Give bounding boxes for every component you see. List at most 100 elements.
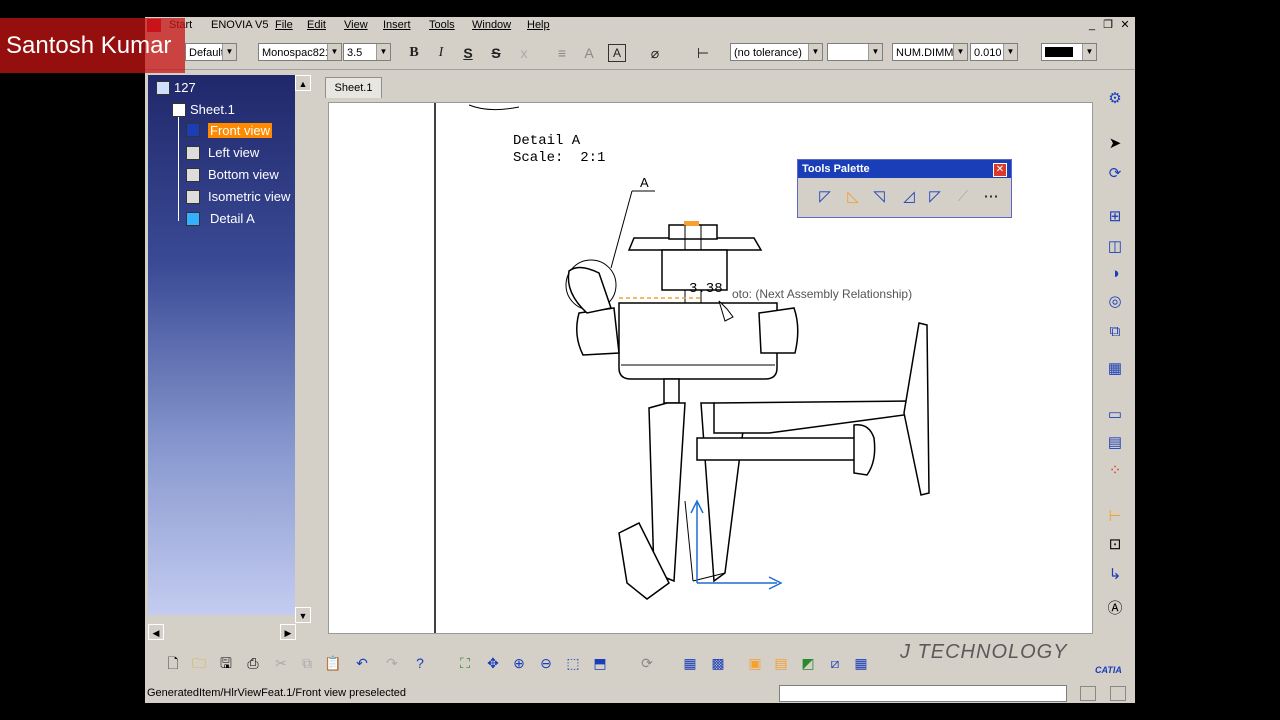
menu-enovia[interactable]: ENOVIA V5: [211, 19, 268, 31]
normal-view-icon[interactable]: ⬒: [588, 651, 612, 675]
intersection-icon[interactable]: ◹: [868, 186, 890, 208]
detail-view-icon[interactable]: ◑: [1103, 262, 1127, 286]
menu-edit[interactable]: Edit: [307, 19, 326, 31]
measure-icon[interactable]: ⧄: [823, 651, 847, 675]
zoom-out-icon[interactable]: ⊖: [534, 651, 558, 675]
force-dimension-icon[interactable]: ◺: [842, 186, 864, 208]
numeric-format-combo[interactable]: NUM.DIMM ▼: [892, 43, 968, 61]
undo-icon[interactable]: ↶: [350, 651, 374, 675]
dimension-value[interactable]: 3.38: [689, 281, 723, 297]
pan-icon[interactable]: ✥: [481, 651, 505, 675]
tree-item-front-view[interactable]: Front view: [208, 123, 272, 138]
zoom-area-icon[interactable]: ⬚: [561, 651, 585, 675]
new-icon[interactable]: 🗋: [161, 651, 185, 675]
status-bar: GeneratedItem/HlrViewFeat.1/Front view p…: [145, 683, 1135, 703]
scroll-up-icon[interactable]: ▲: [295, 75, 311, 91]
menu-help[interactable]: Help: [527, 19, 550, 31]
tree-item-bottom-view[interactable]: Bottom view: [208, 167, 279, 182]
precision-combo[interactable]: 0.010 ▼: [970, 43, 1018, 61]
sketch-icon[interactable]: ⁘: [1103, 459, 1127, 483]
chevron-down-icon: ▼: [868, 44, 882, 60]
filter-icon[interactable]: ▤: [769, 651, 793, 675]
point-icon[interactable]: ⋯: [980, 186, 1002, 208]
command-input[interactable]: [779, 685, 1067, 702]
underline-button[interactable]: S: [458, 44, 478, 62]
new-sheet-icon[interactable]: ▭: [1103, 403, 1127, 427]
broken-view-icon[interactable]: ⧉: [1103, 320, 1127, 344]
menu-file[interactable]: File: [275, 19, 293, 31]
fit-all-icon[interactable]: ⛶: [453, 651, 477, 675]
dimension-system-icon[interactable]: ◩: [796, 651, 820, 675]
grid-icon[interactable]: ▦: [678, 651, 702, 675]
text-frame-icon[interactable]: A: [608, 44, 626, 62]
workbench-icon[interactable]: ⚙: [1103, 87, 1127, 111]
wizard-icon[interactable]: ▦: [1103, 357, 1127, 381]
close-icon[interactable]: ✕: [1118, 18, 1132, 32]
catia-logo: CATIA: [1095, 665, 1122, 675]
bold-button[interactable]: B: [404, 44, 424, 62]
tree-item-left-view[interactable]: Left view: [208, 145, 259, 160]
tree-vertical-scrollbar[interactable]: ▲ ▼: [295, 75, 311, 623]
symbol-icon[interactable]: ⌀: [645, 44, 665, 62]
dimension-line-icon[interactable]: ⊢: [693, 44, 713, 62]
scroll-right-icon[interactable]: ▶: [280, 624, 296, 640]
tree-item-isometric-view[interactable]: Isometric view: [208, 189, 290, 204]
tree-root[interactable]: 127: [174, 80, 196, 95]
close-icon[interactable]: ✕: [993, 163, 1007, 177]
italic-button[interactable]: I: [431, 44, 451, 62]
tree-item-sheet[interactable]: Sheet.1: [190, 102, 235, 117]
font-size-combo[interactable]: 3.5 ▼: [343, 43, 391, 61]
line-color-combo[interactable]: ▼: [1041, 43, 1097, 61]
text-anchor-icon[interactable]: A: [579, 44, 599, 62]
dimensions-icon[interactable]: ⊢: [1103, 505, 1127, 529]
frame-icon[interactable]: ▤: [1103, 431, 1127, 455]
minimize-icon[interactable]: _: [1085, 18, 1099, 32]
restore-icon[interactable]: ❐: [1101, 18, 1115, 32]
paste-icon[interactable]: 📋: [321, 651, 345, 675]
positioning-icon[interactable]: ▦: [849, 651, 873, 675]
tolerance-value-combo[interactable]: ▼: [827, 43, 883, 61]
cut-icon[interactable]: ✂: [269, 651, 293, 675]
strikethrough-button[interactable]: S: [486, 44, 506, 62]
views-icon[interactable]: ⊞: [1103, 205, 1127, 229]
snap-icon[interactable]: ▩: [706, 651, 730, 675]
print-icon[interactable]: ⎙: [241, 651, 265, 675]
angle-dimension-icon[interactable]: ⟋: [952, 186, 974, 208]
text-icon[interactable]: Ⓐ: [1103, 597, 1127, 621]
font-combo[interactable]: Monospac821 ▼: [258, 43, 342, 61]
horizontal-dimension-icon[interactable]: ◿: [898, 186, 920, 208]
copy-icon[interactable]: ⧉: [295, 651, 319, 675]
clipping-icon[interactable]: ◎: [1103, 290, 1127, 314]
tab-sheet-1[interactable]: Sheet.1: [325, 77, 382, 98]
projection-icon[interactable]: ◸: [814, 186, 836, 208]
swap-icon[interactable]: ⟳: [635, 651, 659, 675]
scroll-left-icon[interactable]: ◀: [148, 624, 164, 640]
style-combo[interactable]: Default ▼: [185, 43, 237, 61]
redo-icon[interactable]: ↷: [380, 651, 404, 675]
tree-item-detail-a[interactable]: Detail A: [210, 211, 255, 226]
tolerance-combo[interactable]: (no tolerance) ▼: [730, 43, 823, 61]
dress-up-icon[interactable]: ↳: [1103, 563, 1127, 587]
palette-title[interactable]: Tools Palette: [798, 160, 1011, 178]
menu-insert[interactable]: Insert: [383, 19, 411, 31]
save-icon[interactable]: 🖫: [214, 651, 238, 675]
zoom-in-icon[interactable]: ⊕: [507, 651, 531, 675]
menu-view[interactable]: View: [344, 19, 368, 31]
detail-title: Detail A: [513, 133, 581, 149]
select-arrow-icon[interactable]: ➤: [1103, 132, 1127, 156]
vertical-dimension-icon[interactable]: ◸: [924, 186, 946, 208]
section-view-icon[interactable]: ◫: [1103, 235, 1127, 259]
align-icon[interactable]: ≡: [552, 44, 572, 62]
overline-icon[interactable]: x: [514, 44, 534, 62]
scroll-down-icon[interactable]: ▼: [295, 607, 311, 623]
menu-tools[interactable]: Tools: [429, 19, 455, 31]
tools-palette: Tools Palette ✕ ◸ ◺ ◹ ◿ ◸ ⟋ ⋯: [797, 159, 1012, 218]
analysis-icon[interactable]: ▣: [743, 651, 767, 675]
generate-dimensions-icon[interactable]: ⊡: [1103, 533, 1127, 557]
whats-this-icon[interactable]: ?: [408, 651, 432, 675]
tree-horizontal-scrollbar[interactable]: ◀ ▶: [148, 624, 296, 640]
update-icon[interactable]: ⟳: [1103, 162, 1127, 186]
precision-value: 0.010: [974, 47, 1002, 59]
menu-window[interactable]: Window: [472, 19, 511, 31]
open-icon[interactable]: 🗀: [187, 651, 211, 675]
